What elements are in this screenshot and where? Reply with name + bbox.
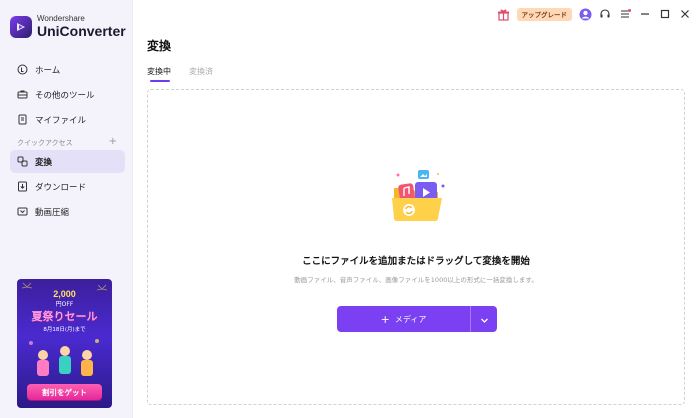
- sidebar-item-video-compress[interactable]: 動画圧縮: [10, 200, 125, 223]
- add-media-split-button: + メディア: [337, 306, 497, 332]
- avatar-icon[interactable]: [578, 7, 592, 21]
- headset-icon[interactable]: [598, 7, 612, 21]
- close-icon[interactable]: [678, 7, 692, 21]
- sidebar-item-label: その他のツール: [35, 90, 95, 101]
- add-quick-access-button[interactable]: +: [109, 137, 117, 148]
- drop-zone-title: ここにファイルを追加またはドラッグして変換を開始: [302, 256, 530, 267]
- main-nav: ホーム その他のツール マイファイル: [10, 58, 125, 133]
- summer-sale-banner[interactable]: 2,000 円OFF 夏祭りセール 8月18日(月)まで 割引をゲット: [17, 279, 112, 408]
- file-icon: [16, 114, 28, 126]
- promo-amount: 2,000: [53, 289, 76, 299]
- sidebar-item-label: ホーム: [35, 65, 61, 76]
- quick-access-label: クイックアクセス: [17, 139, 73, 147]
- quick-access-nav: 変換 ダウンロード 動画圧縮: [10, 150, 125, 225]
- tab-converting[interactable]: 変換中: [147, 66, 171, 82]
- compress-icon: [16, 206, 28, 218]
- promo-date: 8月18日(月)まで: [43, 327, 86, 333]
- drop-zone-subtitle: 動画ファイル、音声ファイル、画像ファイルを1000以上の形式に一括変換します。: [294, 276, 538, 284]
- plus-icon: +: [380, 312, 390, 326]
- toolbox-icon: [16, 89, 28, 101]
- quick-access-header: クイックアクセス +: [17, 137, 117, 148]
- file-drop-zone[interactable]: ここにファイルを追加またはドラッグして変換を開始 動画ファイル、音声ファイル、画…: [147, 89, 685, 405]
- gift-icon[interactable]: [497, 7, 511, 21]
- sidebar-item-download[interactable]: ダウンロード: [10, 175, 125, 198]
- promo-title: 夏祭りセール: [31, 310, 98, 323]
- title-bar: アップグレード: [491, 5, 693, 23]
- maximize-icon[interactable]: [658, 7, 672, 21]
- add-media-label: メディア: [394, 314, 427, 324]
- sidebar-item-home[interactable]: ホーム: [10, 58, 125, 81]
- promo-off: 円OFF: [55, 301, 74, 308]
- media-options-dropdown[interactable]: [471, 306, 497, 332]
- minimize-icon[interactable]: [638, 7, 652, 21]
- sidebar-item-label: 変換: [35, 157, 53, 168]
- sidebar-item-my-files[interactable]: マイファイル: [10, 108, 125, 131]
- brand-company: Wondershare: [37, 14, 85, 23]
- get-discount-button[interactable]: 割引をゲット: [27, 384, 102, 400]
- sidebar: Wondershare UniConverter ホーム その他のツール マイフ…: [0, 0, 133, 418]
- page-title: 変換: [147, 39, 172, 53]
- tab-converted[interactable]: 変換済: [189, 66, 213, 77]
- brand: Wondershare UniConverter: [10, 15, 126, 38]
- convert-tabs: 変換中 変換済: [147, 66, 231, 82]
- chevron-down-icon: [480, 310, 489, 329]
- sidebar-item-convert[interactable]: 変換: [10, 150, 125, 173]
- upgrade-button[interactable]: アップグレード: [516, 7, 572, 21]
- media-folder-icon: [392, 170, 445, 221]
- menu-icon[interactable]: [618, 7, 632, 21]
- uniconverter-logo-icon: [10, 15, 32, 38]
- sidebar-item-other-tools[interactable]: その他のツール: [10, 83, 125, 106]
- download-icon: [16, 181, 28, 193]
- sidebar-item-label: ダウンロード: [35, 182, 87, 193]
- home-icon: [16, 64, 28, 76]
- sidebar-item-label: 動画圧縮: [35, 207, 70, 218]
- add-media-button[interactable]: + メディア: [337, 306, 470, 332]
- brand-product: UniConverter: [37, 23, 126, 39]
- convert-icon: [16, 156, 28, 168]
- sidebar-item-label: マイファイル: [35, 115, 87, 126]
